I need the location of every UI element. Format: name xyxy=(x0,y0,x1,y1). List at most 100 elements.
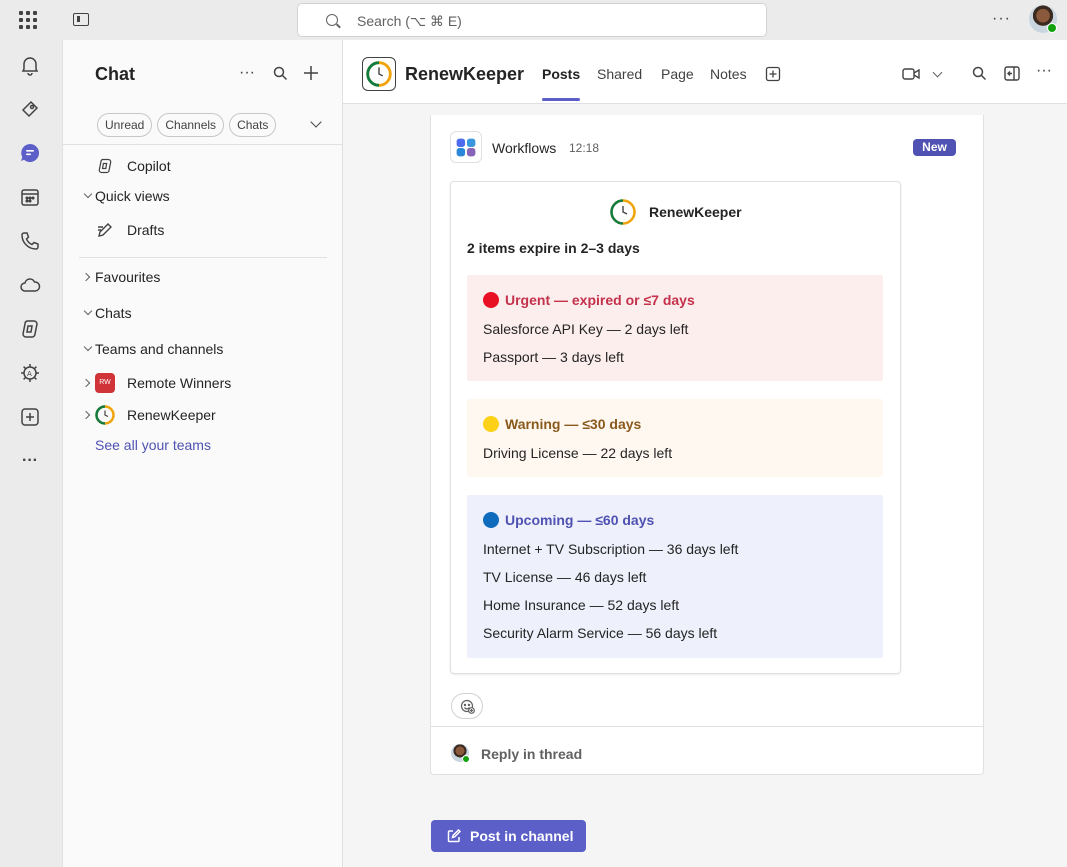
copilot-icon[interactable] xyxy=(19,318,41,340)
section-label: Teams and channels xyxy=(95,341,224,357)
chevron-down-icon xyxy=(83,189,93,199)
expiry-item: Home Insurance — 52 days left xyxy=(483,597,680,613)
calls-phone-icon[interactable] xyxy=(19,230,41,252)
compose-icon xyxy=(447,829,461,843)
expiry-item: Salesforce API Key — 2 days left xyxy=(483,321,689,337)
more-options-icon[interactable]: ··· xyxy=(239,64,255,82)
section-heading-text: Warning — ≤30 days xyxy=(505,416,642,432)
team-item-remote-winners[interactable]: RW Remote Winners xyxy=(63,369,343,397)
section-favourites[interactable]: Favourites xyxy=(63,263,343,291)
post-in-channel-button[interactable]: Post in channel xyxy=(431,820,586,852)
search-icon[interactable] xyxy=(972,66,987,81)
chat-icon[interactable] xyxy=(19,142,41,164)
apps-gear-icon[interactable]: A xyxy=(19,362,41,384)
presence-available-icon xyxy=(462,755,470,763)
presence-available-icon xyxy=(1047,23,1057,33)
reply-in-thread-button[interactable]: Reply in thread xyxy=(481,746,582,762)
expiry-item: Security Alarm Service — 56 days left xyxy=(483,625,718,641)
team-name: RenewKeeper xyxy=(127,407,216,423)
section-label: Favourites xyxy=(95,269,161,285)
expiry-item: Passport — 3 days left xyxy=(483,349,624,365)
section-heading-text: Upcoming — ≤60 days xyxy=(505,512,655,528)
posts-area: Workflows 12:18 New RenewKeeper 2 items … xyxy=(343,104,1067,867)
section-heading: Urgent — expired or ≤7 days xyxy=(483,292,695,308)
emoji-add-icon xyxy=(460,699,475,714)
section-heading-text: Urgent — expired or ≤7 days xyxy=(505,292,695,308)
more-options-icon[interactable]: ··· xyxy=(1036,62,1052,80)
video-call-icon[interactable] xyxy=(902,67,920,81)
tab-page[interactable]: Page xyxy=(661,66,694,82)
tab-posts[interactable]: Posts xyxy=(542,66,580,82)
title-bar: Search (⌥ ⌘ E) ··· xyxy=(0,0,1067,40)
chevron-down-icon xyxy=(83,306,93,316)
search-input[interactable]: Search (⌥ ⌘ E) xyxy=(297,3,767,37)
nav-item-label: Drafts xyxy=(127,222,165,238)
search-icon[interactable] xyxy=(273,66,288,86)
apps-pin-icon[interactable] xyxy=(19,98,41,120)
urgent-section: Urgent — expired or ≤7 days Salesforce A… xyxy=(467,275,883,381)
red-circle-icon xyxy=(483,292,499,308)
card-summary: 2 items expire in 2–3 days xyxy=(467,240,640,256)
team-item-renewkeeper[interactable]: RenewKeeper xyxy=(63,401,343,429)
section-quick-views[interactable]: Quick views xyxy=(63,182,343,210)
chevron-down-icon[interactable] xyxy=(310,116,322,128)
card-title: RenewKeeper xyxy=(649,204,742,220)
filter-chip-chats[interactable]: Chats xyxy=(229,113,277,137)
post: Workflows 12:18 New RenewKeeper 2 items … xyxy=(430,115,984,775)
blue-circle-icon xyxy=(483,512,499,528)
expiry-item: Driving License — 22 days left xyxy=(483,445,673,461)
add-app-icon[interactable] xyxy=(19,406,41,428)
avatar[interactable] xyxy=(1029,5,1057,33)
add-tab-icon[interactable] xyxy=(765,66,781,82)
upcoming-section: Upcoming — ≤60 days Internet + TV Subscr… xyxy=(467,495,883,658)
copilot-icon xyxy=(98,158,112,174)
chevron-down-icon[interactable] xyxy=(932,67,943,78)
activity-bell-icon[interactable] xyxy=(19,54,41,76)
divider xyxy=(431,726,984,727)
new-chat-plus-icon[interactable] xyxy=(303,65,319,86)
active-tab-indicator xyxy=(542,98,580,101)
calendar-icon[interactable] xyxy=(19,186,41,208)
workflows-logo-icon xyxy=(450,131,482,163)
svg-text:A: A xyxy=(27,370,32,378)
nav-item-label: Copilot xyxy=(127,158,171,174)
section-chats[interactable]: Chats xyxy=(63,299,343,327)
add-reaction-button[interactable] xyxy=(451,693,483,719)
tab-shared[interactable]: Shared xyxy=(597,66,642,82)
filter-chip-channels[interactable]: Channels xyxy=(157,113,225,137)
chevron-down-icon xyxy=(83,342,93,352)
section-teams-and-channels[interactable]: Teams and channels xyxy=(63,335,343,363)
channel-header: RenewKeeper Posts Shared Page Notes ··· xyxy=(343,40,1067,104)
more-apps-icon[interactable]: ··· xyxy=(19,450,41,472)
see-all-teams-link[interactable]: See all your teams xyxy=(95,437,211,453)
drafts-pencil-icon xyxy=(98,223,112,237)
section-heading: Upcoming — ≤60 days xyxy=(483,512,654,528)
warning-section: Warning — ≤30 days Driving License — 22 … xyxy=(467,399,883,477)
app-launcher-icon[interactable] xyxy=(19,11,37,29)
side-panel-icon[interactable] xyxy=(1004,66,1020,81)
team-avatar: RW xyxy=(95,373,115,393)
filter-chip-unread[interactable]: Unread xyxy=(97,113,153,137)
divider xyxy=(63,144,343,145)
chevron-right-icon xyxy=(81,410,91,420)
app-rail: A ··· xyxy=(0,40,62,867)
chat-list-pane: Chat ··· Unread Channels Chats Copilot Q… xyxy=(62,40,343,867)
search-icon xyxy=(326,14,338,26)
more-options-icon[interactable]: ··· xyxy=(992,10,1011,28)
renewkeeper-clock-icon xyxy=(95,405,115,425)
section-label: Chats xyxy=(95,305,132,321)
sidebar-toggle-icon[interactable] xyxy=(73,13,89,26)
section-heading: Warning — ≤30 days xyxy=(483,416,641,432)
yellow-circle-icon xyxy=(483,416,499,432)
post-timestamp: 12:18 xyxy=(569,141,600,155)
tab-notes[interactable]: Notes xyxy=(710,66,747,82)
pane-title: Chat xyxy=(95,64,135,84)
section-label: Quick views xyxy=(95,188,170,204)
chevron-right-icon xyxy=(81,272,91,282)
filter-chips: Unread Channels Chats xyxy=(97,113,277,137)
renewkeeper-clock-icon xyxy=(610,199,636,225)
nav-item-copilot[interactable]: Copilot xyxy=(63,152,343,180)
onedrive-cloud-icon[interactable] xyxy=(19,274,41,296)
post-author[interactable]: Workflows xyxy=(492,140,556,156)
nav-item-drafts[interactable]: Drafts xyxy=(63,216,343,244)
